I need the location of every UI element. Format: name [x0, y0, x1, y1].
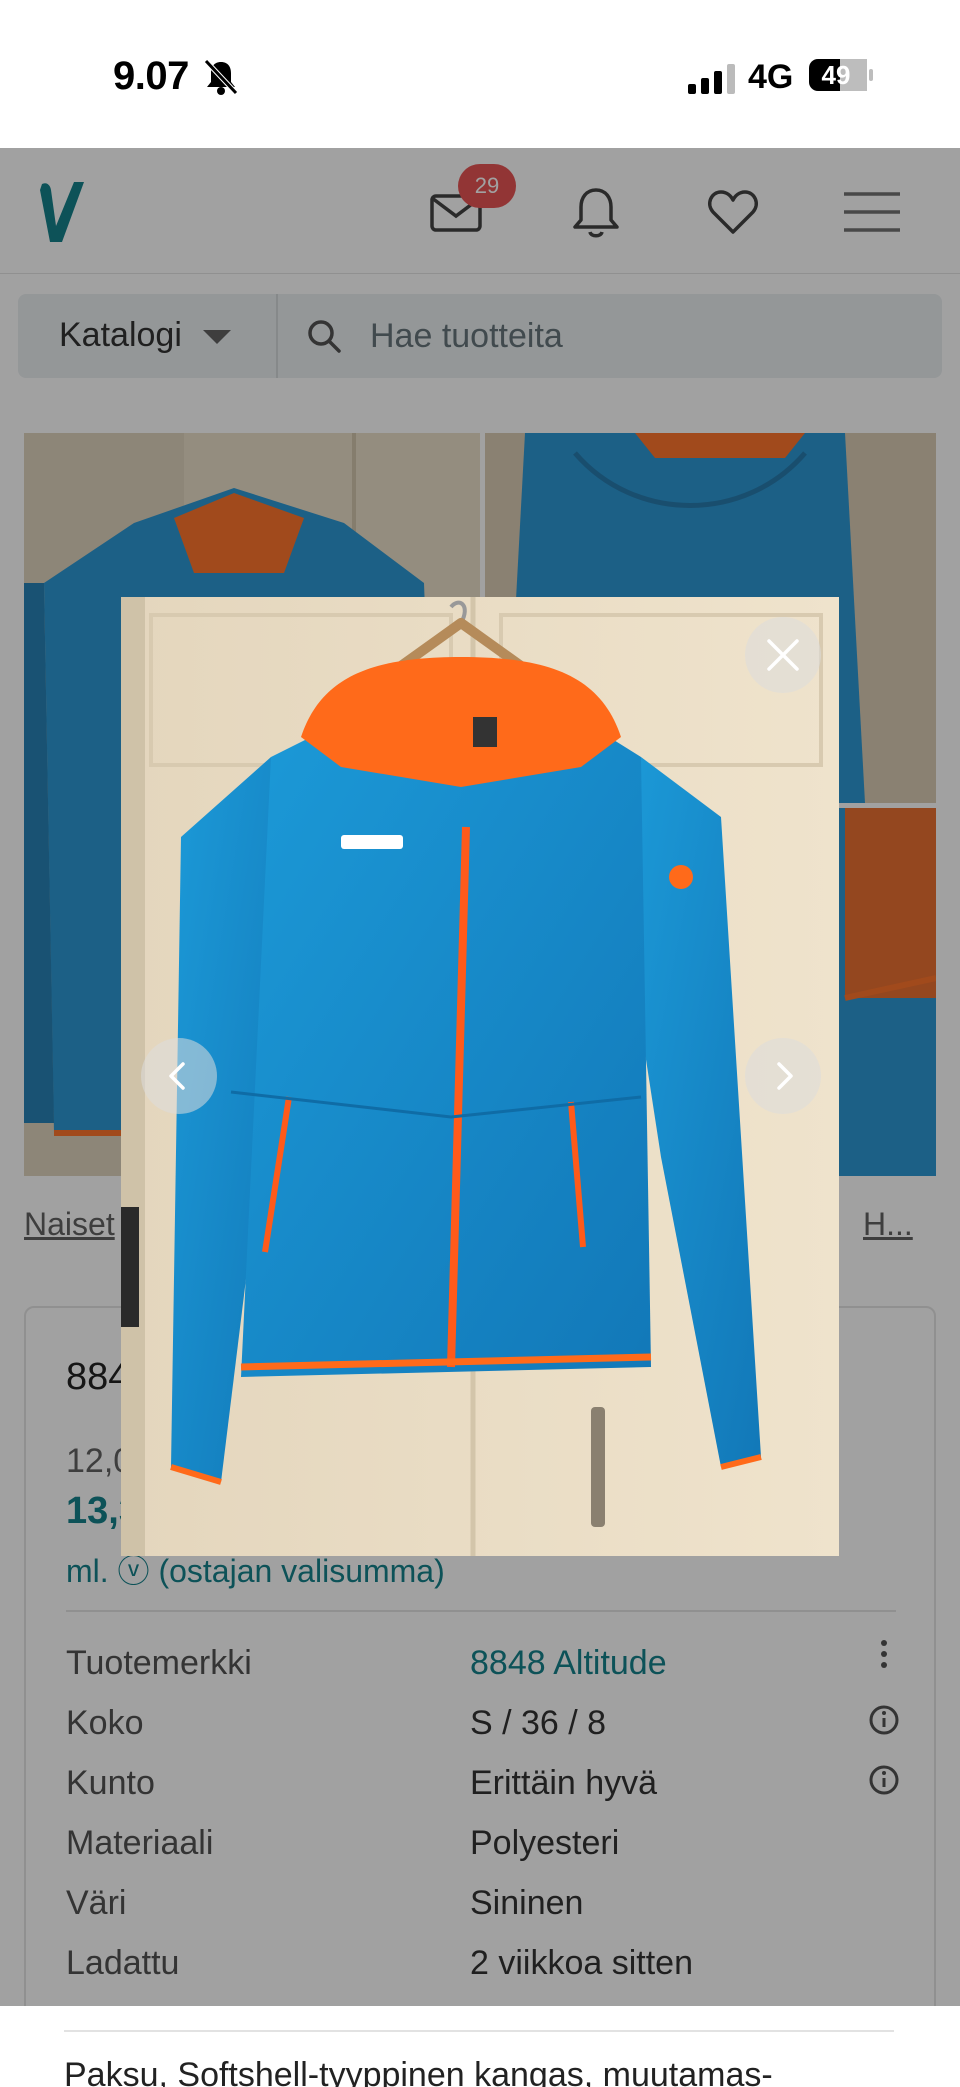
close-icon [767, 639, 799, 671]
lightbox-photo [121, 597, 839, 1556]
signal-icon [688, 64, 735, 94]
divider [64, 2030, 894, 2032]
network-label: 4G [748, 58, 794, 96]
jacket-photo [121, 597, 839, 1556]
close-button[interactable] [745, 617, 821, 693]
previous-photo-button[interactable] [141, 1038, 217, 1114]
status-bar: 9.07 4G 49 [0, 0, 960, 148]
next-photo-button[interactable] [745, 1038, 821, 1114]
battery-level: 49 [821, 60, 851, 90]
bell-muted-icon [204, 59, 238, 95]
description-section: Paksu, Softshell-tyyppinen kangas, muuta… [24, 2006, 936, 2087]
status-time: 9.07 [113, 54, 189, 98]
item-description: Paksu, Softshell-tyyppinen kangas, muuta… [64, 2056, 773, 2087]
chevron-right-icon [777, 1062, 793, 1090]
chevron-left-icon [169, 1062, 185, 1090]
